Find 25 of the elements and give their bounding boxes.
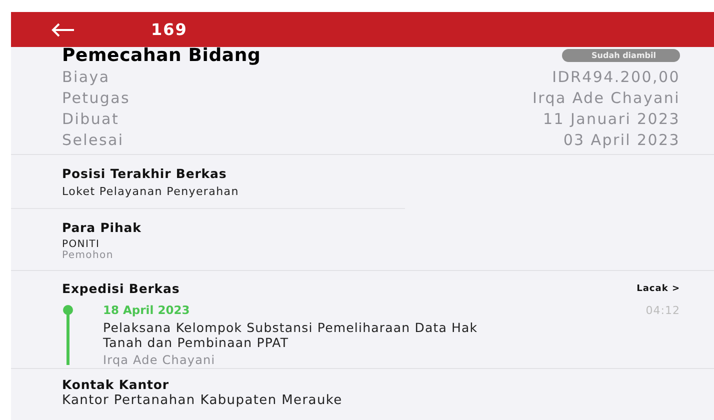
- service-title: Pemecahan Bidang: [62, 44, 261, 66]
- detail-value: 11 Januari 2023: [543, 110, 680, 128]
- office-name: Kantor Pertanahan Kabupaten Merauke: [62, 393, 344, 408]
- party-role: Pemohon: [62, 250, 114, 261]
- page-title: 169: [151, 20, 188, 39]
- section-heading: Para Pihak: [62, 220, 142, 235]
- track-link[interactable]: Lacak >: [636, 284, 680, 294]
- section-heading: Expedisi Berkas: [62, 281, 180, 296]
- entry-time: 04:12: [646, 304, 680, 316]
- section-heading: Posisi Terakhir Berkas: [62, 166, 228, 181]
- entry-date: 18 April 2023: [103, 303, 190, 317]
- detail-label: Selesai: [62, 130, 124, 148]
- party-name: PONITI: [62, 239, 101, 250]
- entry-description: Pelaksana Kelompok Substansi Pemeliharaan Data Hak Tanah dan Pembinaan PPAT: [103, 320, 479, 350]
- detail-value: 03 April 2023: [563, 130, 680, 148]
- detail-value: Irqa Ade Chayani: [532, 88, 680, 106]
- status-badge: Sudah diambil: [562, 48, 680, 62]
- back-icon[interactable]: [51, 22, 75, 38]
- detail-label: Petugas: [62, 88, 130, 106]
- detail-value: IDR494.200,00: [552, 68, 680, 86]
- section-heading: Kontak Kantor: [62, 377, 170, 392]
- position-text: Loket Pelayanan Penyerahan: [62, 185, 240, 198]
- detail-label: Biaya: [62, 68, 110, 86]
- entry-officer: Irqa Ade Chayani: [103, 353, 216, 367]
- detail-label: Dibuat: [62, 110, 120, 128]
